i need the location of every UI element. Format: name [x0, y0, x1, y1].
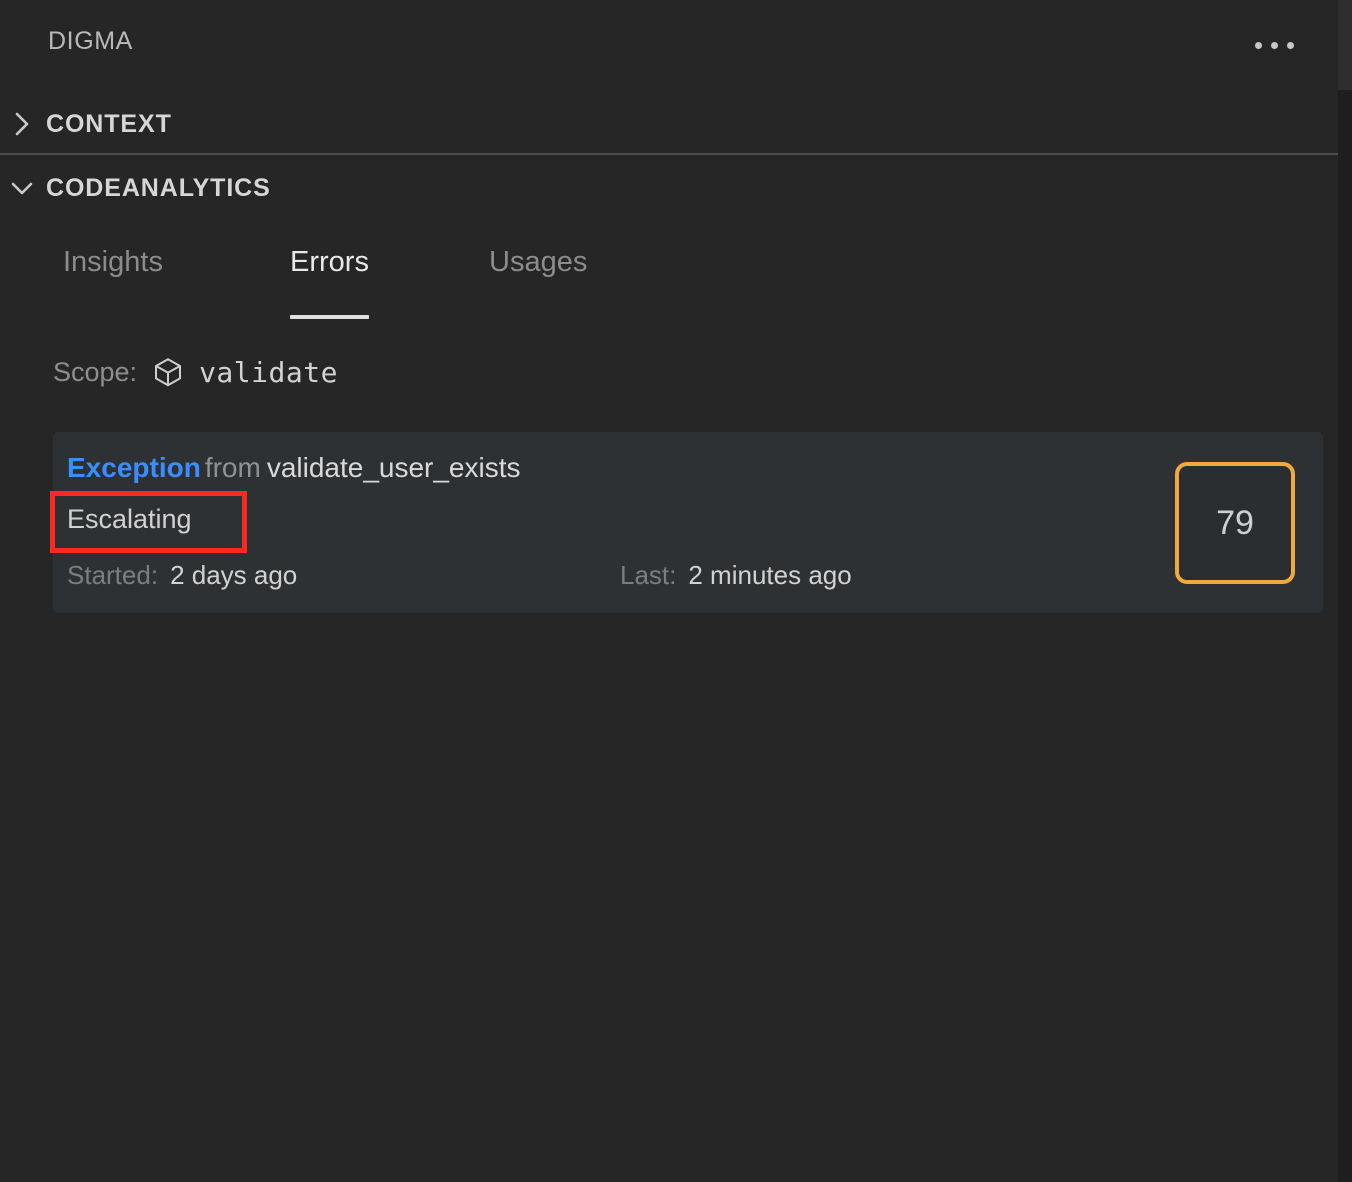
error-started: Started: 2 days ago: [67, 560, 297, 591]
tab-usages-label: Usages: [489, 246, 588, 278]
error-started-label: Started:: [67, 560, 159, 590]
chevron-down-icon: [0, 160, 44, 216]
error-last-label: Last:: [620, 560, 677, 590]
tab-insights[interactable]: Insights: [63, 246, 163, 285]
right-gutter-top: [1338, 0, 1352, 90]
status-badge: Escalating: [67, 504, 192, 534]
error-last: Last: 2 minutes ago: [620, 560, 852, 591]
scope-label: Scope:: [53, 356, 138, 387]
right-gutter-bottom: [1338, 90, 1352, 1182]
error-from-label: from: [204, 452, 261, 483]
section-label-context: CONTEXT: [46, 109, 172, 138]
section-header-context[interactable]: CONTEXT: [0, 96, 1338, 152]
error-started-value: 2 days ago: [170, 560, 298, 590]
section-label-codeanalytics: CODEANALYTICS: [46, 173, 271, 202]
ellipsis-dot: [1286, 41, 1294, 49]
chevron-right-icon: [0, 96, 44, 152]
cube-icon: [151, 355, 185, 389]
error-last-value: 2 minutes ago: [688, 560, 852, 590]
section-header-codeanalytics[interactable]: CODEANALYTICS: [0, 160, 1338, 216]
error-count-badge[interactable]: 79: [1175, 462, 1295, 584]
page-title: DIGMA: [48, 27, 133, 55]
scope-row: Scope: validate: [53, 350, 338, 394]
tab-errors[interactable]: Errors: [290, 246, 369, 319]
scope-value[interactable]: validate: [199, 356, 338, 389]
section-divider: [0, 153, 1338, 155]
tab-usages[interactable]: Usages: [489, 246, 587, 285]
tab-active-underline: [290, 315, 369, 319]
panel-titlebar: DIGMA: [0, 0, 1338, 88]
error-type-link[interactable]: Exception: [67, 452, 201, 483]
tab-bar: Insights Errors Usages: [0, 246, 1338, 326]
ellipsis-dot: [1270, 41, 1278, 49]
error-source-name: validate_user_exists: [266, 452, 521, 483]
error-list-item[interactable]: Exception from validate_user_exists Escala…: [53, 432, 1323, 613]
ellipsis-dot: [1254, 41, 1262, 49]
tab-insights-label: Insights: [63, 246, 163, 278]
ellipsis-horizontal-icon[interactable]: [1251, 29, 1297, 61]
tab-errors-label: Errors: [290, 246, 369, 278]
error-title: Exception from validate_user_exists: [67, 452, 521, 484]
error-count-value: 79: [1216, 503, 1254, 542]
